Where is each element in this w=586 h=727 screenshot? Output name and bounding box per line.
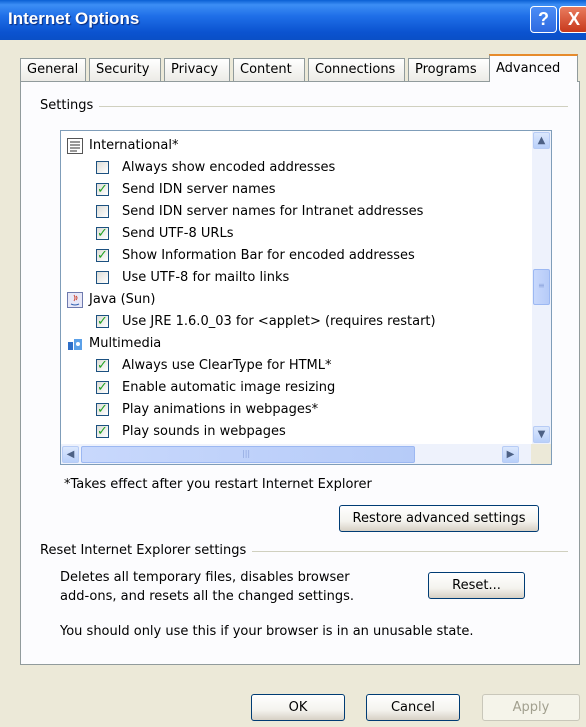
settings-option-label: Show Information Bar for encoded address…: [122, 248, 415, 263]
settings-option-label: Send UTF-8 URLs: [122, 226, 234, 241]
checkbox[interactable]: [96, 161, 109, 174]
ok-button[interactable]: OK: [251, 694, 345, 721]
tab-security[interactable]: Security: [89, 58, 161, 81]
checkbox[interactable]: [96, 421, 109, 443]
scroll-down-button[interactable]: ▼: [533, 426, 550, 443]
checkbox[interactable]: [96, 245, 109, 267]
horizontal-scroll-thumb[interactable]: |||: [81, 446, 415, 463]
vertical-scrollbar[interactable]: ▲ ≡ ▼: [532, 131, 551, 444]
tab-connections[interactable]: Connections: [308, 58, 405, 81]
settings-category: Java (Sun): [67, 289, 155, 311]
window-title: Internet Options: [8, 9, 140, 28]
settings-category-label: Java (Sun): [89, 292, 156, 307]
scrollbar-corner: [531, 444, 551, 464]
scroll-left-button[interactable]: ◀: [62, 446, 79, 463]
title-bar: Internet Options ? X: [0, 0, 586, 40]
settings-option[interactable]: Send IDN server names: [96, 179, 276, 201]
settings-option-label: Send IDN server names: [122, 182, 276, 197]
tab-programs[interactable]: Programs: [408, 58, 490, 81]
settings-option[interactable]: Send UTF-8 URLs: [96, 223, 233, 245]
reset-description-line-1: Deletes all temporary files, disables br…: [60, 570, 350, 585]
settings-option-label: Use UTF-8 for mailto links: [122, 270, 290, 285]
settings-option[interactable]: Use JRE 1.6.0_03 for <applet> (requires …: [96, 311, 436, 333]
scroll-up-button[interactable]: ▲: [533, 132, 550, 149]
settings-option-label: Always use ClearType for HTML*: [122, 358, 332, 373]
settings-option-label: Play sounds in webpages: [122, 424, 286, 439]
tab-general[interactable]: General: [20, 58, 86, 81]
settings-option[interactable]: Show Information Bar for encoded address…: [96, 245, 415, 267]
checkbox[interactable]: [96, 355, 109, 377]
close-button[interactable]: X: [559, 6, 586, 33]
settings-category: International*: [67, 135, 178, 157]
checkbox[interactable]: [96, 311, 109, 333]
checkbox[interactable]: [96, 205, 109, 218]
settings-group-label: Settings: [40, 98, 100, 113]
apply-button[interactable]: Apply: [482, 694, 580, 721]
restart-note: *Takes effect after you restart Internet…: [64, 477, 372, 492]
checkbox[interactable]: [96, 179, 109, 201]
settings-option-label: Use JRE 1.6.0_03 for <applet> (requires …: [122, 314, 436, 329]
settings-category: Multimedia: [67, 333, 161, 355]
international-icon: [67, 138, 83, 154]
tab-privacy[interactable]: Privacy: [164, 58, 230, 81]
checkbox[interactable]: [96, 223, 109, 245]
multimedia-icon: [67, 336, 83, 352]
settings-category-label: International*: [89, 138, 179, 153]
settings-option-label: Enable automatic image resizing: [122, 380, 336, 395]
settings-option[interactable]: Play sounds in webpages: [96, 421, 286, 443]
settings-option-label: Send IDN server names for Intranet addre…: [122, 204, 424, 219]
checkbox[interactable]: [96, 377, 109, 399]
settings-option[interactable]: Always show encoded addresses: [96, 157, 335, 179]
reset-description-line-2: add-ons, and resets all the changed sett…: [60, 589, 355, 604]
settings-option-label: Always show encoded addresses: [122, 160, 336, 175]
scroll-right-button[interactable]: ▶: [502, 446, 519, 463]
settings-tree[interactable]: International* Always show encoded addres…: [60, 130, 552, 465]
tab-content[interactable]: Content: [233, 58, 305, 81]
settings-option[interactable]: Always use ClearType for HTML*: [96, 355, 332, 377]
settings-group-line: [40, 106, 568, 107]
reset-button[interactable]: Reset...: [428, 572, 525, 599]
java-icon: [67, 292, 83, 308]
checkbox[interactable]: [96, 399, 109, 421]
tab-advanced[interactable]: Advanced: [489, 54, 578, 82]
help-button[interactable]: ?: [530, 6, 557, 33]
horizontal-scrollbar[interactable]: ◀ ||| ▶: [61, 444, 531, 464]
settings-option[interactable]: Send IDN server names for Intranet addre…: [96, 201, 423, 223]
cancel-button[interactable]: Cancel: [366, 694, 460, 721]
reset-group-label: Reset Internet Explorer settings: [40, 543, 253, 558]
settings-category-label: Multimedia: [89, 336, 162, 351]
settings-option-label: Play animations in webpages*: [122, 402, 319, 417]
checkbox[interactable]: [96, 271, 109, 284]
reset-warning: You should only use this if your browser…: [60, 624, 474, 639]
restore-advanced-settings-button[interactable]: Restore advanced settings: [339, 505, 539, 532]
settings-option[interactable]: Play animations in webpages*: [96, 399, 318, 421]
settings-option[interactable]: Use UTF-8 for mailto links: [96, 267, 289, 289]
vertical-scroll-thumb[interactable]: ≡: [533, 269, 550, 305]
settings-option[interactable]: Enable automatic image resizing: [96, 377, 335, 399]
